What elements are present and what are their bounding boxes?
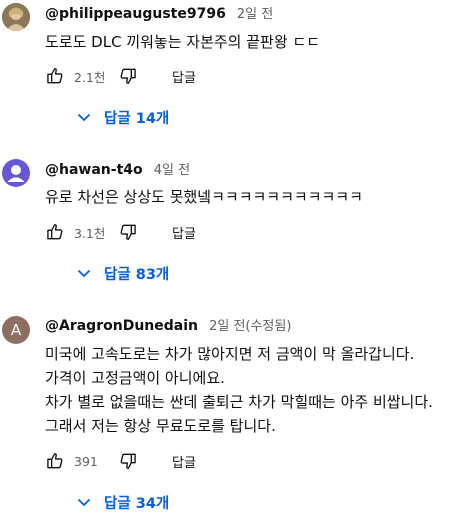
comment-text: 유로 차선은 상상도 못했넼ㅋㅋㅋㅋㅋㅋㅋㅋㅋㅋㅋ xyxy=(45,185,363,209)
comment-text: 도로도 DLC 끼워놓는 자본주의 끝판왕 ㄷㄷ xyxy=(45,30,320,54)
replies-count-label: 답글 14개 xyxy=(104,110,170,127)
thumbs-down-icon[interactable] xyxy=(118,222,138,242)
thumbs-down-icon[interactable] xyxy=(118,451,138,471)
thumbs-up-icon[interactable] xyxy=(45,222,65,242)
comment-line: 도로도 DLC 끼워놓는 자본주의 끝판왕 ㄷㄷ xyxy=(45,33,321,51)
chevron-down-icon xyxy=(77,498,91,507)
comment-line: 미국에 고속도로는 차가 많아지면 저 금액이 막 올라갑니다. xyxy=(45,345,415,363)
avatar-image xyxy=(2,3,30,31)
reply-button[interactable]: 답글 xyxy=(172,67,196,86)
thumbs-up-icon[interactable] xyxy=(45,66,65,86)
comment-actions: 2.1천 답글 xyxy=(45,66,196,86)
comment-line: 유로 차선은 상상도 못했넼ㅋㅋㅋㅋㅋㅋㅋㅋㅋㅋㅋ xyxy=(45,188,363,206)
comment-line: 차가 별로 없을때는 싼데 출퇴근 차가 막힐때는 아주 비쌉니다. xyxy=(45,393,433,411)
thumbs-down-icon[interactable] xyxy=(118,66,138,86)
replies-count-label: 답글 83개 xyxy=(104,266,170,283)
comment-author[interactable]: @philippeauguste9796 xyxy=(45,6,226,22)
comment-author[interactable]: @hawan-t4o xyxy=(45,162,143,178)
comment-time[interactable]: 4일 전 xyxy=(154,163,190,178)
comment-time[interactable]: 2일 전(수정됨) xyxy=(209,319,291,334)
chevron-down-icon xyxy=(77,269,91,278)
avatar-initial: A xyxy=(10,321,22,339)
like-count: 391 xyxy=(74,453,98,469)
chevron-down-icon xyxy=(77,113,91,122)
thumbs-up-icon[interactable] xyxy=(45,451,65,471)
reply-button[interactable]: 답글 xyxy=(172,452,196,471)
default-user-icon xyxy=(7,165,25,182)
comment-line: 가격이 고정금액이 아니에요. xyxy=(45,369,225,387)
reply-button[interactable]: 답글 xyxy=(172,223,196,242)
view-replies-button[interactable]: 답글 34개 xyxy=(76,491,169,513)
like-count: 2.1천 xyxy=(74,69,106,85)
comment-text: 미국에 고속도로는 차가 많아지면 저 금액이 막 올라갑니다. 가격이 고정금… xyxy=(45,342,433,438)
comment-line: 그래서 저는 항상 무료도로를 탑니다. xyxy=(45,417,276,435)
avatar[interactable]: A xyxy=(2,316,30,344)
replies-count-label: 답글 34개 xyxy=(104,495,170,512)
view-replies-button[interactable]: 답글 14개 xyxy=(76,106,169,128)
avatar[interactable] xyxy=(2,159,30,187)
comment-actions: 391 답글 xyxy=(45,451,196,471)
avatar[interactable] xyxy=(2,3,30,31)
comment-actions: 3.1천 답글 xyxy=(45,222,196,242)
like-count: 3.1천 xyxy=(74,225,106,241)
comment-time[interactable]: 2일 전 xyxy=(237,7,273,22)
comment-author[interactable]: @AragronDunedain xyxy=(45,318,198,334)
view-replies-button[interactable]: 답글 83개 xyxy=(76,262,169,284)
